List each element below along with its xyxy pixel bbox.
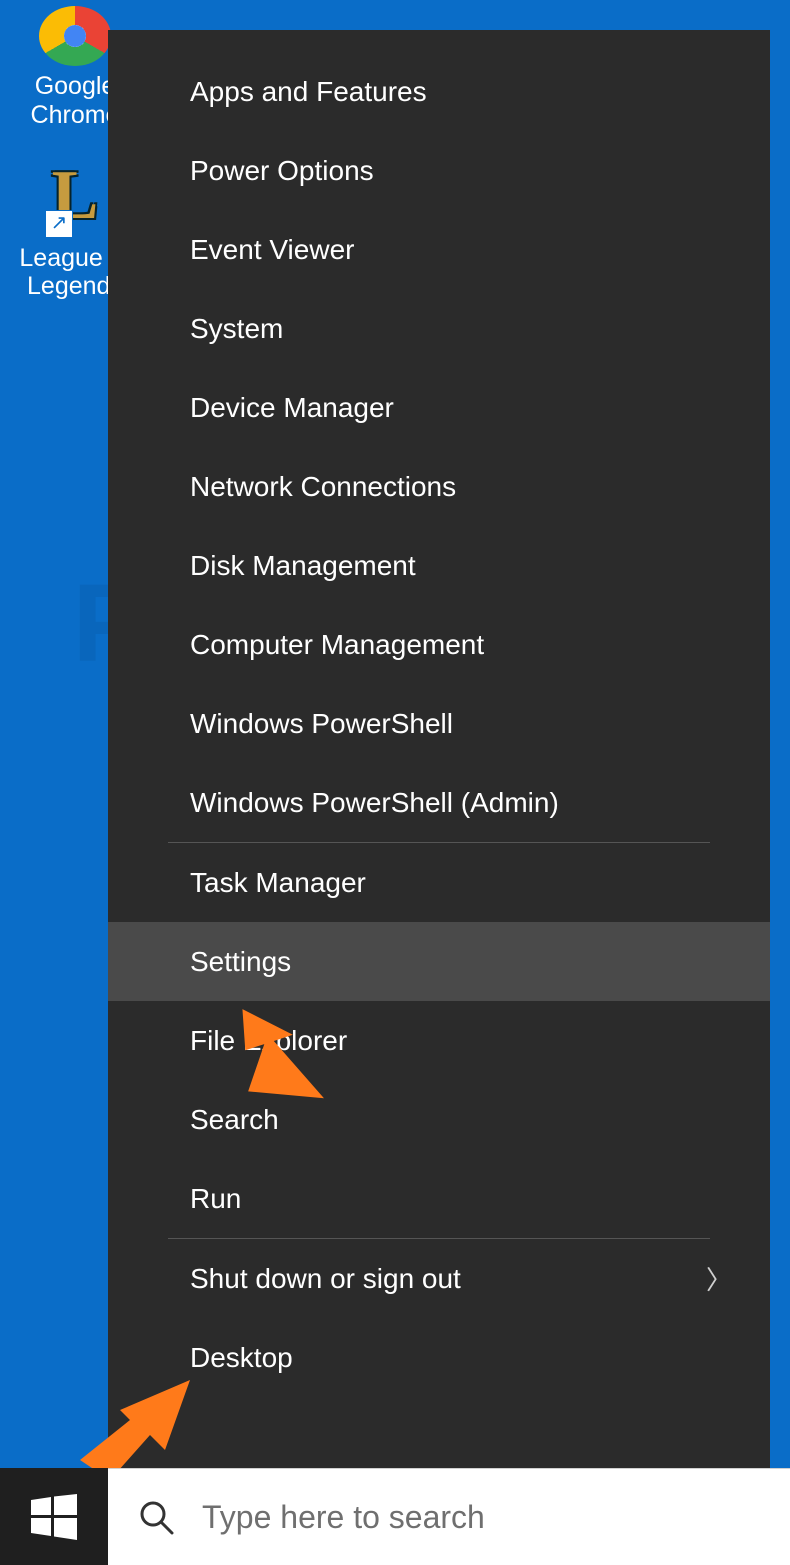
menu-item-label: Task Manager [190,867,366,899]
menu-apps-and-features[interactable]: Apps and Features [108,52,770,131]
chevron-right-icon: 〉 [706,1260,732,1297]
menu-power-options[interactable]: Power Options [108,131,770,210]
menu-windows-powershell[interactable]: Windows PowerShell [108,684,770,763]
menu-item-label: Power Options [190,155,374,187]
start-button[interactable] [0,1468,108,1565]
menu-item-label: Apps and Features [190,76,427,108]
windows-logo-icon [31,1494,77,1540]
winx-power-menu: Apps and Features Power Options Event Vi… [108,30,770,1468]
taskbar: Type here to search [0,1468,790,1565]
menu-item-label: Device Manager [190,392,394,424]
menu-network-connections[interactable]: Network Connections [108,447,770,526]
search-placeholder: Type here to search [202,1499,485,1536]
menu-system[interactable]: System [108,289,770,368]
menu-item-label: Desktop [190,1342,293,1374]
menu-item-label: Disk Management [190,550,416,582]
menu-event-viewer[interactable]: Event Viewer [108,210,770,289]
menu-item-label: Event Viewer [190,234,354,266]
menu-item-label: Computer Management [190,629,484,661]
menu-task-manager[interactable]: Task Manager [108,843,770,922]
menu-item-label: Shut down or sign out [190,1263,461,1295]
menu-search[interactable]: Search [108,1080,770,1159]
menu-item-label: Search [190,1104,279,1136]
menu-shutdown-signout[interactable]: Shut down or sign out 〉 [108,1239,770,1318]
menu-desktop[interactable]: Desktop [108,1318,770,1397]
shortcut-overlay-icon: ↗ [45,210,73,238]
menu-file-explorer[interactable]: File Explorer [108,1001,770,1080]
menu-item-label: Windows PowerShell (Admin) [190,787,559,819]
taskbar-search[interactable]: Type here to search [108,1468,790,1565]
menu-item-label: Run [190,1183,241,1215]
menu-item-label: Settings [190,946,291,978]
menu-windows-powershell-admin[interactable]: Windows PowerShell (Admin) [108,763,770,842]
search-icon [138,1499,174,1535]
chrome-icon [39,6,111,66]
menu-device-manager[interactable]: Device Manager [108,368,770,447]
menu-computer-management[interactable]: Computer Management [108,605,770,684]
menu-item-label: Windows PowerShell [190,708,453,740]
menu-disk-management[interactable]: Disk Management [108,526,770,605]
menu-run[interactable]: Run [108,1159,770,1238]
menu-item-label: Network Connections [190,471,456,503]
menu-item-label: File Explorer [190,1025,347,1057]
menu-item-label: System [190,313,283,345]
menu-settings[interactable]: Settings [108,922,770,1001]
league-icon: ↗ [39,156,111,238]
